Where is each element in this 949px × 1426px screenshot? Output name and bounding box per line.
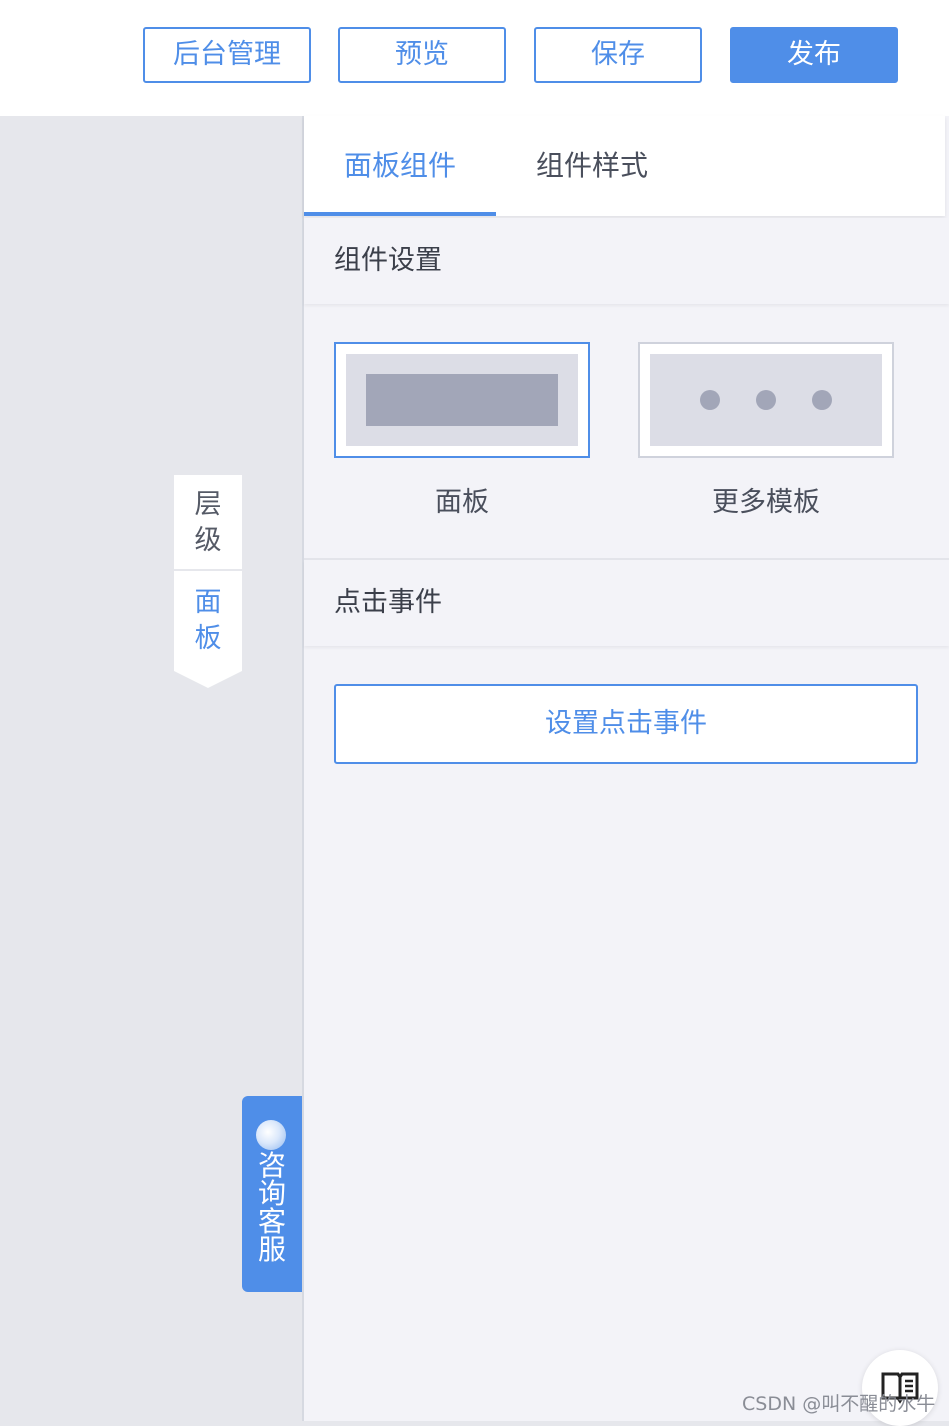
consult-char: 询 (257, 1177, 286, 1210)
preview-button[interactable]: 预览 (338, 27, 506, 83)
consult-char: 客 (257, 1205, 286, 1238)
active-tab-indicator (304, 212, 496, 216)
template-card-more[interactable] (638, 342, 894, 458)
side-tab-panel[interactable]: 面 板 (174, 571, 242, 671)
headset-icon (256, 1120, 286, 1150)
side-tab-arrow (174, 671, 242, 688)
backend-manage-button[interactable]: 后台管理 (143, 27, 311, 83)
watermark: CSDN @叫不醒的水牛 (742, 1393, 936, 1415)
panel-tab-bar: 面板组件 组件样式 (304, 116, 945, 216)
template-preview (650, 354, 882, 446)
side-tab-panel-char: 板 (194, 623, 222, 654)
save-button[interactable]: 保存 (534, 27, 702, 83)
side-tab-group: 层 级 面 板 (174, 475, 242, 688)
consult-service-button[interactable]: 咨 询 客 服 (242, 1096, 302, 1292)
click-event-header: 点击事件 (304, 560, 949, 646)
more-dots-icon (812, 390, 832, 410)
top-toolbar: 后台管理 预览 保存 发布 (0, 0, 949, 116)
more-dots-icon (756, 390, 776, 410)
component-settings-header: 组件设置 (304, 218, 949, 304)
tab-panel-components[interactable]: 面板组件 (304, 116, 496, 216)
template-preview (346, 354, 578, 446)
consult-label: 咨 询 客 服 (242, 1152, 302, 1264)
publish-button[interactable]: 发布 (730, 27, 898, 83)
template-label-more: 更多模板 (712, 487, 820, 518)
more-dots-icon (700, 390, 720, 410)
property-panel: 面板组件 组件样式 组件设置 面板 更多模板 点击事件 设置点击事件 (302, 116, 949, 1421)
tab-component-style[interactable]: 组件样式 (496, 116, 688, 216)
template-card-panel[interactable] (334, 342, 590, 458)
panel-preview-bar (366, 374, 558, 426)
side-tab-panel-char: 面 (194, 587, 222, 618)
template-label-panel: 面板 (435, 487, 489, 518)
consult-char: 服 (257, 1233, 286, 1266)
side-tab-levels-char: 级 (194, 525, 222, 556)
side-tab-levels-char: 层 (194, 489, 222, 520)
side-tab-levels[interactable]: 层 级 (174, 475, 242, 571)
set-click-event-button[interactable]: 设置点击事件 (334, 684, 918, 764)
consult-char: 咨 (257, 1149, 286, 1182)
